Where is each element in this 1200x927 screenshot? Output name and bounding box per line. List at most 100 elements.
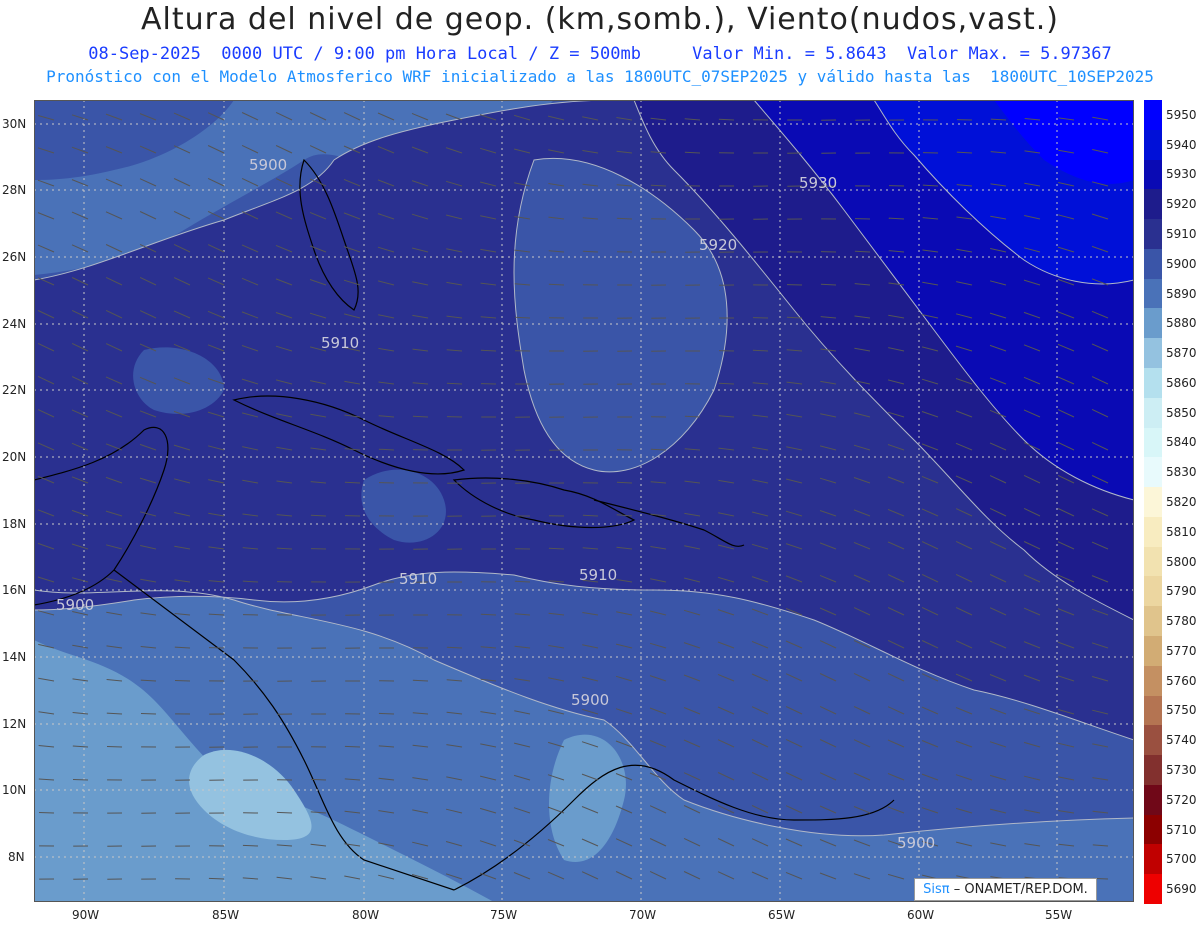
colorbar-label: 5830 (1166, 465, 1197, 480)
colorbar-label: 5780 (1166, 614, 1197, 629)
lat-label: 12N (2, 717, 27, 731)
lat-label: 30N (2, 117, 27, 131)
wind-barb (310, 778, 327, 781)
lat-label: 20N (2, 450, 27, 464)
colorbar-label: 5870 (1166, 346, 1197, 361)
colorbar-swatch (1144, 427, 1162, 458)
colorbar-label: 5920 (1166, 197, 1197, 212)
colorbar-label: 5800 (1166, 554, 1197, 569)
colorbar-swatch (1144, 516, 1162, 548)
wind-barb (344, 745, 361, 748)
map-title: Altura del nivel de geop. (km,somb.), Vi… (141, 2, 1059, 37)
contour-label: 5930 (799, 174, 837, 192)
lon-label: 70W (629, 908, 657, 922)
contour-label: 5900 (571, 691, 609, 709)
colorbar-swatch (1144, 636, 1162, 667)
wind-barb (582, 514, 599, 517)
colorbar-label: 5690 (1166, 882, 1197, 897)
colorbar-swatch (1144, 695, 1162, 726)
colorbar-swatch (1144, 248, 1162, 280)
contour-label: 5910 (321, 334, 359, 352)
colorbar-label: 5700 (1166, 852, 1197, 867)
credit-box: Sisπ – ONAMET/REP.DOM. (914, 878, 1097, 901)
colorbar-swatch (1144, 368, 1162, 399)
lat-label: 26N (2, 250, 27, 264)
contour-label: 5900 (897, 834, 935, 852)
wind-barb (446, 646, 463, 649)
wind-barb (412, 679, 429, 682)
colorbar-label: 5820 (1166, 495, 1197, 509)
contour-label: 5900 (249, 156, 287, 174)
colorbar-label: 5850 (1166, 405, 1197, 420)
lat-label: 10N (2, 783, 27, 797)
wind-barb (174, 680, 191, 682)
colorbar-swatch (1144, 606, 1162, 637)
colorbar-swatch (1144, 159, 1162, 190)
colorbar-label: 5720 (1166, 792, 1197, 807)
geopotential-map: 5900 5930 5920 5910 5910 5910 5900 5900 … (34, 100, 1134, 902)
lon-label: 65W (768, 908, 796, 922)
wind-barb (378, 712, 395, 715)
sispi-logo-text: Sisπ (923, 882, 950, 897)
colorbar-swatch (1144, 457, 1162, 488)
colorbar-label: 5940 (1166, 137, 1197, 152)
colorbar-label: 5950 (1166, 107, 1197, 122)
lon-label: 55W (1045, 908, 1073, 922)
lon-label: 90W (72, 908, 100, 922)
colorbar-swatch (1144, 397, 1162, 429)
colorbar-swatch (1144, 844, 1162, 875)
lat-label: 28N (2, 183, 27, 197)
colorbar-label: 5760 (1166, 673, 1197, 688)
colorbar-swatch (1144, 487, 1162, 518)
colorbar-label: 5910 (1166, 227, 1197, 241)
lon-label: 85W (212, 908, 240, 922)
wind-barb (208, 877, 225, 880)
colorbar-swatch (1144, 219, 1162, 250)
colorbar-label: 5900 (1166, 256, 1197, 271)
lon-label: 80W (352, 908, 380, 922)
colorbar-label: 5810 (1166, 524, 1197, 539)
colorbar (1144, 100, 1162, 905)
wind-barb (480, 613, 497, 616)
colorbar-swatch (1144, 546, 1162, 577)
colorbar-label: 5840 (1166, 435, 1197, 450)
wind-barb (616, 481, 633, 484)
colorbar-swatch (1144, 189, 1162, 220)
wind-barb (242, 844, 259, 847)
colorbar-swatch (1144, 308, 1162, 339)
contour-label: 5910 (399, 570, 437, 588)
wind-barb (72, 779, 89, 781)
lat-label: 22N (2, 383, 27, 397)
colorbar-label: 5880 (1166, 316, 1197, 331)
colorbar-swatch (1144, 576, 1162, 607)
colorbar-swatch (1144, 874, 1162, 905)
forecast-time-subtitle: 08-Sep-2025 0000 UTC / 9:00 pm Hora Loca… (88, 44, 1112, 64)
colorbar-label: 5790 (1166, 584, 1197, 599)
lat-label: 16N (2, 583, 27, 597)
colorbar-label: 5750 (1166, 703, 1197, 718)
colorbar-label: 5710 (1166, 822, 1197, 837)
wind-barb (514, 580, 531, 583)
colorbar-label: 5770 (1166, 643, 1197, 658)
colorbar-label: 5860 (1166, 375, 1197, 390)
colorbar-swatch (1144, 784, 1162, 816)
colorbar-swatch (1144, 665, 1162, 697)
wind-barb (684, 151, 701, 154)
lat-label: 18N (2, 517, 27, 531)
colorbar-label: 5730 (1166, 763, 1197, 777)
lon-label: 75W (490, 908, 518, 922)
credit-text: – ONAMET/REP.DOM. (953, 882, 1088, 897)
wind-barb (38, 812, 55, 814)
wind-barb (650, 184, 667, 187)
wind-barb (718, 118, 735, 121)
wind-barb (276, 811, 293, 814)
colorbar-swatch (1144, 755, 1162, 786)
wind-barb (548, 283, 565, 286)
contour-label: 5920 (699, 236, 737, 254)
colorbar-swatch (1144, 129, 1162, 161)
contour-label: 5900 (56, 596, 94, 614)
wind-barb (616, 217, 633, 220)
model-info-subtitle: Pronóstico con el Modelo Atmosferico WRF… (46, 67, 1154, 86)
wind-barb (140, 713, 157, 715)
lat-label: 8N (8, 850, 25, 864)
